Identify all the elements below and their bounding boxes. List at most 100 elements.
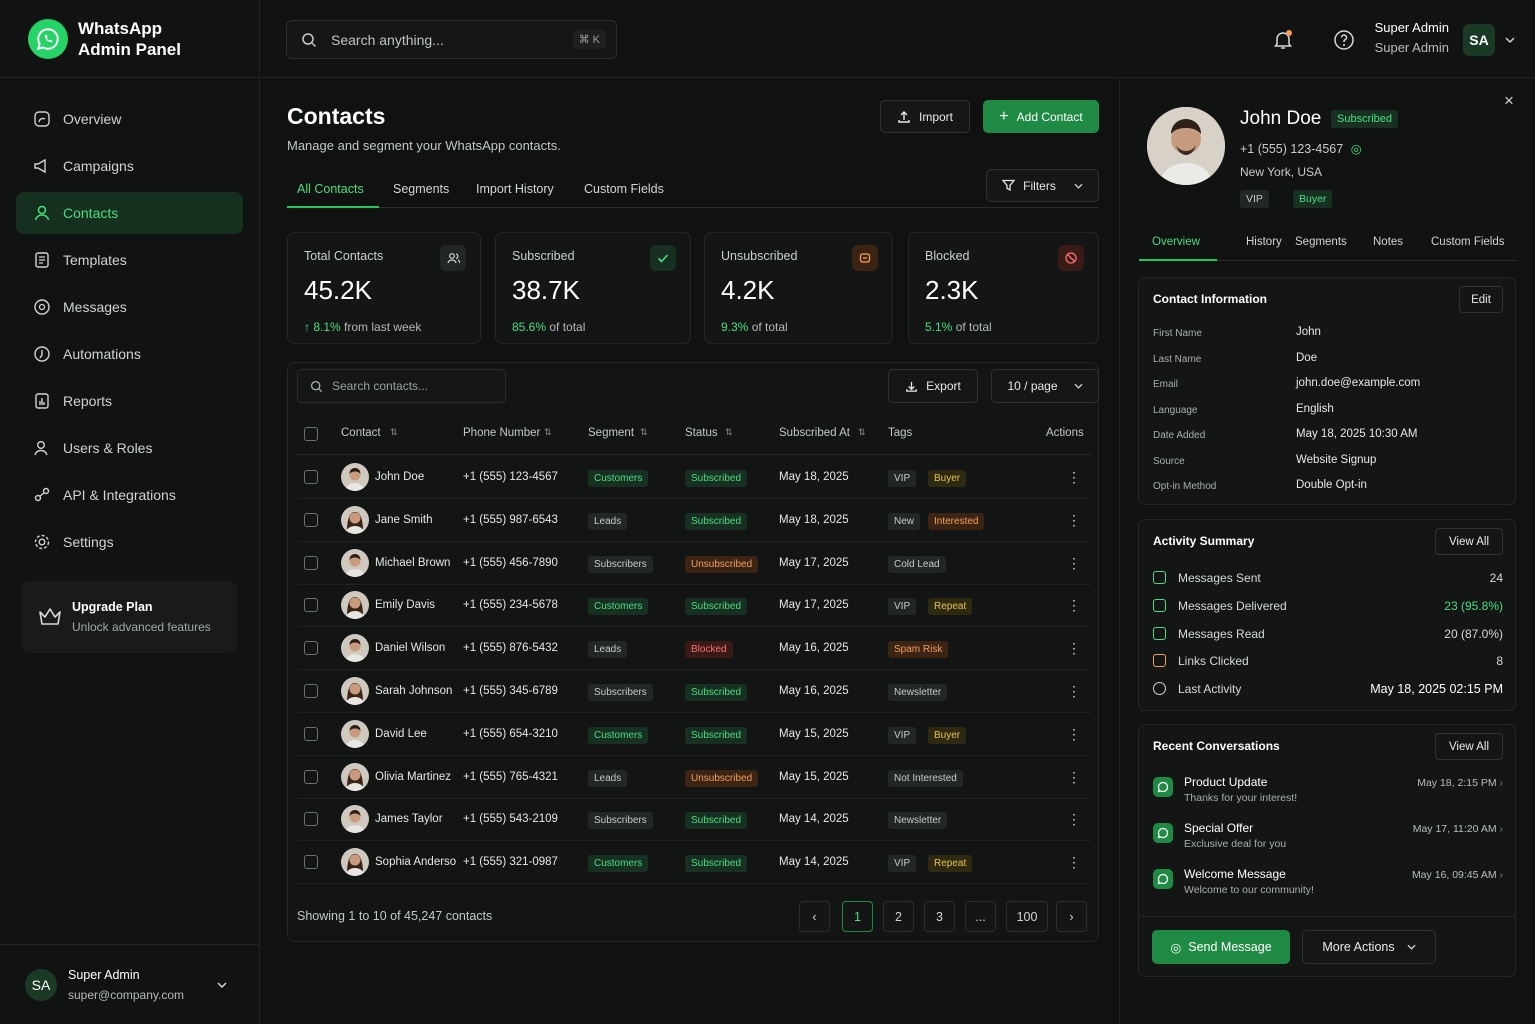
select-all-checkbox[interactable] (304, 427, 318, 441)
sort-icon[interactable]: ⇅ (858, 427, 866, 438)
more-actions-icon[interactable]: ⋮ (1067, 854, 1081, 871)
row-checkbox[interactable] (304, 812, 318, 827)
tab-custom-fields[interactable]: Custom Fields (584, 182, 664, 196)
more-actions-icon[interactable]: ⋮ (1067, 726, 1081, 743)
tab-custom-fields[interactable]: Custom Fields (1431, 236, 1505, 248)
chevron-down-icon[interactable] (1505, 37, 1515, 43)
row-checkbox[interactable] (304, 598, 318, 613)
prev-page-button[interactable]: ‹ (799, 901, 830, 932)
more-actions-icon[interactable]: ⋮ (1067, 512, 1081, 529)
column-subscribed-at[interactable]: Subscribed At (779, 427, 850, 439)
more-actions-icon[interactable]: ⋮ (1067, 640, 1081, 657)
row-checkbox[interactable] (304, 555, 318, 570)
avatar[interactable]: SA (1463, 24, 1495, 56)
more-actions-icon[interactable]: ⋮ (1067, 597, 1081, 614)
import-button[interactable]: Import (880, 100, 970, 133)
sidebar-item-reports[interactable]: Reports (16, 380, 243, 422)
sort-icon[interactable]: ⇅ (725, 427, 733, 438)
tab-segments[interactable]: Segments (393, 182, 449, 196)
column-contact[interactable]: Contact (341, 427, 381, 439)
contact-name[interactable]: Michael Brown (375, 557, 457, 569)
contact-name[interactable]: Sophia Anderson (375, 856, 457, 868)
sidebar-item-messages[interactable]: Messages (16, 286, 243, 328)
row-checkbox[interactable] (304, 726, 318, 741)
more-actions-icon[interactable]: ⋮ (1067, 469, 1081, 486)
page-button[interactable]: 100 (1006, 901, 1048, 932)
view-all-button[interactable]: View All (1435, 733, 1503, 760)
sidebar-item-api-integrations[interactable]: API & Integrations (16, 474, 243, 516)
topbar-user[interactable]: Super Admin Super Admin (1374, 20, 1449, 55)
contact-name[interactable]: John Doe (375, 471, 457, 483)
contact-name[interactable]: Sarah Johnson (375, 685, 457, 697)
add-contact-button[interactable]: + Add Contact (983, 100, 1099, 133)
page-size-select[interactable]: 10 / page (991, 369, 1099, 403)
more-actions-icon[interactable]: ⋮ (1067, 811, 1081, 828)
row-checkbox[interactable] (304, 470, 318, 484)
table-row[interactable]: Michael Brown +1 (555) 456-7890 Subscrib… (297, 542, 1091, 585)
sidebar-item-settings[interactable]: Settings (16, 521, 243, 563)
tab-notes[interactable]: Notes (1373, 236, 1403, 248)
edit-button[interactable]: Edit (1459, 286, 1503, 313)
row-checkbox[interactable] (304, 684, 318, 698)
contact-name[interactable]: Emily Davis (375, 599, 457, 611)
tab-import-history[interactable]: Import History (476, 182, 554, 196)
more-actions-icon[interactable]: ⋮ (1067, 769, 1081, 786)
table-row[interactable]: Sarah Johnson +1 (555) 345-6789 Subscrib… (297, 670, 1091, 713)
conversation-item[interactable]: Welcome Message Welcome to our community… (1153, 867, 1503, 903)
table-row[interactable]: James Taylor +1 (555) 543-2109 Subscribe… (297, 798, 1091, 842)
contact-name[interactable]: Olivia Martinez (375, 771, 457, 783)
sidebar-item-overview[interactable]: Overview (16, 98, 243, 140)
help-icon[interactable] (1333, 29, 1355, 56)
page-button[interactable]: 1 (842, 901, 873, 932)
table-row[interactable]: David Lee +1 (555) 654-3210 Customers Su… (297, 713, 1091, 756)
table-row[interactable]: John Doe +1 (555) 123-4567 Customers Sub… (297, 456, 1091, 499)
filters-button[interactable]: Filters (986, 169, 1099, 202)
search-input[interactable]: Search anything... ⌘ K (286, 20, 617, 59)
row-checkbox[interactable] (304, 769, 318, 784)
column-status[interactable]: Status (685, 427, 718, 439)
column-phone[interactable]: Phone Number (463, 427, 540, 439)
sort-icon[interactable]: ⇅ (390, 427, 398, 438)
row-checkbox[interactable] (304, 855, 318, 870)
column-segment[interactable]: Segment (588, 427, 634, 439)
sidebar-item-campaigns[interactable]: Campaigns (16, 145, 243, 187)
page-button[interactable]: 2 (883, 901, 914, 932)
brand[interactable]: WhatsApp Admin Panel (0, 0, 259, 78)
tab-all-contacts[interactable]: All Contacts (297, 182, 364, 196)
contact-name[interactable]: David Lee (375, 728, 457, 740)
sidebar-item-automations[interactable]: Automations (16, 333, 243, 375)
close-icon[interactable]: × (1504, 91, 1514, 111)
table-row[interactable]: Emily Davis +1 (555) 234-5678 Customers … (297, 584, 1091, 628)
contact-name[interactable]: James Taylor (375, 813, 457, 825)
next-page-button[interactable]: › (1056, 901, 1087, 932)
tab-history[interactable]: History (1246, 236, 1282, 248)
table-row[interactable]: Jane Smith +1 (555) 987-6543 Leads Subsc… (297, 499, 1091, 542)
upgrade-plan-card[interactable]: Upgrade Plan Unlock advanced features (22, 581, 237, 653)
table-row[interactable]: Sophia Anderson +1 (555) 321-0987 Custom… (297, 841, 1091, 885)
contact-name[interactable]: Daniel Wilson (375, 642, 457, 654)
more-actions-icon[interactable]: ⋮ (1067, 555, 1081, 572)
table-row[interactable]: Daniel Wilson +1 (555) 876-5432 Leads Bl… (297, 627, 1091, 671)
page-button[interactable]: 3 (924, 901, 955, 932)
more-actions-button[interactable]: More Actions (1302, 930, 1436, 964)
tab-overview[interactable]: Overview (1152, 236, 1200, 248)
contacts-search-input[interactable]: Search contacts... (297, 369, 506, 403)
row-checkbox[interactable] (304, 641, 318, 656)
notification-bell-icon[interactable] (1272, 29, 1294, 56)
sidebar-item-templates[interactable]: Templates (16, 239, 243, 281)
table-row[interactable]: Olivia Martinez +1 (555) 765-4321 Leads … (297, 756, 1091, 799)
view-all-button[interactable]: View All (1435, 528, 1503, 555)
tab-segments[interactable]: Segments (1295, 236, 1347, 248)
row-checkbox[interactable] (304, 512, 318, 527)
sidebar-item-users-roles[interactable]: Users & Roles (16, 427, 243, 469)
contact-name[interactable]: Jane Smith (375, 514, 457, 526)
sort-icon[interactable]: ⇅ (544, 427, 552, 438)
sidebar-item-contacts[interactable]: Contacts (16, 192, 243, 234)
export-button[interactable]: Export (888, 369, 978, 403)
sidebar-user-menu[interactable]: SA Super Admin super@company.com (0, 944, 259, 1024)
more-actions-icon[interactable]: ⋮ (1067, 683, 1081, 700)
sort-icon[interactable]: ⇅ (640, 427, 648, 438)
conversation-item[interactable]: Product Update Thanks for your interest!… (1153, 775, 1503, 811)
send-message-button[interactable]: ◎ Send Message (1152, 930, 1290, 964)
conversation-item[interactable]: Special Offer Exclusive deal for you May… (1153, 821, 1503, 857)
